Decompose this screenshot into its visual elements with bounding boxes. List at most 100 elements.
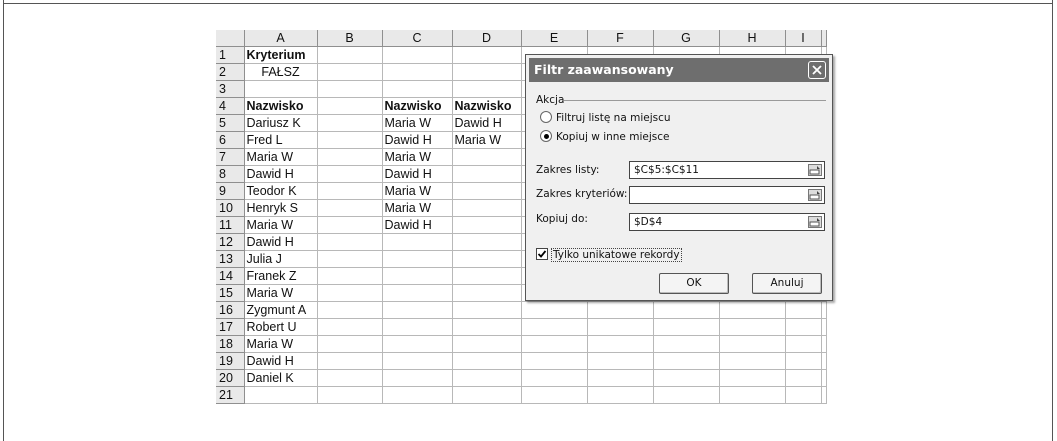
cell[interactable] xyxy=(587,301,654,319)
cell[interactable]: Julia J xyxy=(244,250,318,268)
cell[interactable] xyxy=(521,369,588,387)
cell[interactable] xyxy=(317,199,383,217)
cell[interactable] xyxy=(587,318,654,336)
cell[interactable] xyxy=(317,233,383,251)
cell[interactable] xyxy=(452,63,522,81)
cell[interactable] xyxy=(317,182,383,200)
cell[interactable] xyxy=(382,267,453,285)
cell[interactable] xyxy=(382,318,453,336)
row-header[interactable]: 11 xyxy=(216,216,245,234)
cell[interactable] xyxy=(785,386,822,404)
cell[interactable]: FAŁSZ xyxy=(244,63,318,81)
cell[interactable]: Nazwisko xyxy=(452,97,522,115)
cell[interactable] xyxy=(452,46,522,64)
cell[interactable]: Fred L xyxy=(244,131,318,149)
cell[interactable] xyxy=(317,250,383,268)
cell[interactable] xyxy=(587,352,654,370)
cell[interactable]: Nazwisko xyxy=(382,97,453,115)
row-header[interactable]: 12 xyxy=(216,233,245,251)
cell[interactable]: Maria W xyxy=(382,148,453,166)
cell[interactable] xyxy=(452,284,522,302)
column-header[interactable]: F xyxy=(587,30,654,47)
dialog-titlebar[interactable]: Filtr zaawansowany xyxy=(529,58,829,82)
cell[interactable]: Dawid H xyxy=(244,352,318,370)
cell[interactable] xyxy=(317,165,383,183)
column-header[interactable]: E xyxy=(521,30,588,47)
row-header[interactable]: 8 xyxy=(216,165,245,183)
unique-records-checkbox-row[interactable]: Tylko unikatowe rekordy xyxy=(536,248,682,262)
cell[interactable] xyxy=(382,284,453,302)
row-header[interactable]: 16 xyxy=(216,301,245,319)
cell[interactable]: Maria W xyxy=(382,199,453,217)
cell[interactable] xyxy=(821,386,827,404)
collapse-dialog-icon[interactable] xyxy=(808,164,822,176)
cell[interactable] xyxy=(452,301,522,319)
cell[interactable]: Teodor K xyxy=(244,182,318,200)
cell[interactable] xyxy=(317,114,383,132)
cell[interactable] xyxy=(653,318,720,336)
cell[interactable]: Zygmunt A xyxy=(244,301,318,319)
cell[interactable]: Maria W xyxy=(244,335,318,353)
cell[interactable] xyxy=(382,63,453,81)
cell[interactable] xyxy=(382,250,453,268)
cell[interactable] xyxy=(821,318,827,336)
cell[interactable] xyxy=(317,131,383,149)
unique-records-checkbox[interactable] xyxy=(536,248,548,260)
row-header[interactable]: 3 xyxy=(216,80,245,98)
row-header[interactable]: 7 xyxy=(216,148,245,166)
cell[interactable] xyxy=(821,352,827,370)
cell[interactable]: Dawid H xyxy=(382,165,453,183)
cell[interactable] xyxy=(382,80,453,98)
radio-unselected-icon[interactable] xyxy=(540,111,552,123)
copy-to-input[interactable]: $D$4 xyxy=(629,213,825,231)
cell[interactable] xyxy=(821,301,827,319)
cell[interactable] xyxy=(719,335,786,353)
cell[interactable] xyxy=(452,182,522,200)
cell[interactable] xyxy=(317,63,383,81)
cell[interactable] xyxy=(452,148,522,166)
cell[interactable] xyxy=(317,267,383,285)
radio-selected-icon[interactable] xyxy=(540,130,552,142)
cell[interactable]: Maria W xyxy=(452,131,522,149)
cell[interactable]: Henryk S xyxy=(244,199,318,217)
cell[interactable] xyxy=(452,199,522,217)
cell[interactable] xyxy=(521,386,588,404)
row-header[interactable]: 14 xyxy=(216,267,245,285)
cell[interactable] xyxy=(653,369,720,387)
cell[interactable] xyxy=(317,318,383,336)
cell[interactable] xyxy=(317,97,383,115)
row-header[interactable]: 13 xyxy=(216,250,245,268)
column-header[interactable]: D xyxy=(452,30,522,47)
cell[interactable]: Daniel K xyxy=(244,369,318,387)
cell[interactable] xyxy=(452,250,522,268)
cell[interactable] xyxy=(317,80,383,98)
cell[interactable] xyxy=(653,335,720,353)
cell[interactable] xyxy=(382,335,453,353)
cell[interactable] xyxy=(452,80,522,98)
cell[interactable] xyxy=(719,301,786,319)
cell[interactable] xyxy=(785,335,822,353)
cell[interactable] xyxy=(452,233,522,251)
list-range-input[interactable]: $C$5:$C$11 xyxy=(629,161,825,179)
row-header[interactable]: 2 xyxy=(216,63,245,81)
cell[interactable] xyxy=(382,301,453,319)
radio-filter-in-place[interactable]: Filtruj listę na miejscu xyxy=(540,111,671,124)
cell[interactable]: Dawid H xyxy=(244,165,318,183)
cell[interactable] xyxy=(382,46,453,64)
cell[interactable] xyxy=(719,352,786,370)
cell[interactable] xyxy=(653,352,720,370)
column-header[interactable]: G xyxy=(653,30,720,47)
cell[interactable] xyxy=(244,386,318,404)
cell[interactable]: Dawid H xyxy=(244,233,318,251)
row-header[interactable]: 15 xyxy=(216,284,245,302)
cell[interactable]: Dariusz K xyxy=(244,114,318,132)
row-header[interactable]: 1 xyxy=(216,46,245,64)
cell[interactable] xyxy=(317,386,383,404)
criteria-range-input[interactable] xyxy=(629,186,825,204)
cell[interactable] xyxy=(382,386,453,404)
cell[interactable] xyxy=(382,369,453,387)
row-header[interactable]: 19 xyxy=(216,352,245,370)
column-header[interactable]: H xyxy=(719,30,786,47)
cell[interactable]: Maria W xyxy=(382,114,453,132)
cell[interactable]: Dawid H xyxy=(382,216,453,234)
